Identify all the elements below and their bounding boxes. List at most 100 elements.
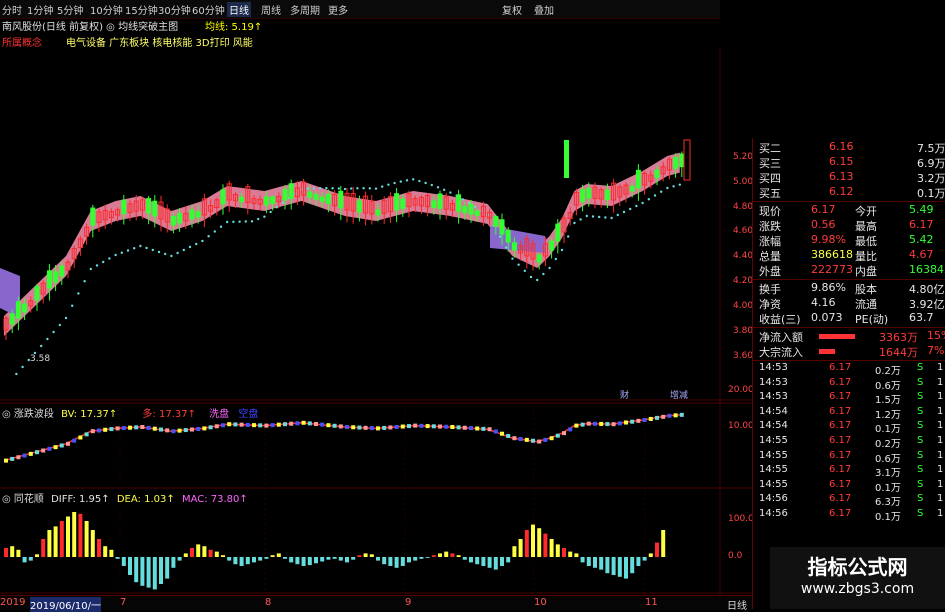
ma-dot	[362, 187, 365, 190]
ma-dot	[511, 257, 514, 260]
wave-marker	[28, 451, 33, 456]
stat-key: 量比	[855, 250, 877, 263]
candle-body	[22, 303, 28, 313]
macd-bar	[568, 551, 573, 557]
period-tab-7[interactable]: 日线	[227, 2, 251, 17]
ma-dot	[393, 181, 396, 185]
wave-marker	[270, 423, 275, 428]
period-tab-2[interactable]: 5分钟	[57, 2, 83, 17]
stat-row: 现价 6.17 今开 5.49	[759, 203, 944, 218]
ma-dot	[52, 330, 55, 334]
ma-dot	[412, 178, 415, 181]
ma-dot	[641, 201, 644, 205]
macd-bar	[642, 557, 647, 561]
stat-value: 9.98%	[811, 233, 846, 246]
wave-marker	[165, 428, 170, 433]
candle-body	[220, 189, 226, 205]
macd-bar	[531, 524, 535, 557]
wave-marker	[190, 427, 194, 432]
ma-dot	[461, 198, 464, 201]
macd-bar	[351, 557, 356, 560]
wave-marker	[419, 423, 424, 428]
ma-dot	[498, 235, 502, 238]
wave-marker	[673, 413, 678, 418]
wave-marker	[431, 424, 436, 429]
stat-key: 总量	[759, 250, 781, 263]
wave-line	[3, 414, 680, 462]
wave-marker	[630, 419, 635, 424]
macd-bar	[264, 557, 269, 559]
trade-tick-row: 14:55 6.17 3.1万 S 1	[759, 464, 944, 479]
wave-marker	[41, 448, 46, 453]
bid-label: 买五	[759, 187, 781, 200]
wave-marker	[90, 429, 95, 434]
trade-tick-row: 14:54 6.17 1.2万 S 1	[759, 405, 944, 421]
wave-marker	[617, 421, 622, 426]
period-tab-10[interactable]: 更多	[328, 2, 348, 17]
tick-count: 1	[937, 405, 944, 417]
period-label[interactable]: 日线	[727, 597, 747, 612]
wave-marker	[382, 425, 387, 430]
macd-bar	[35, 554, 39, 557]
tick-side: S	[917, 478, 924, 490]
period-tab-0[interactable]: 分时	[2, 2, 22, 17]
wave-marker	[376, 426, 380, 431]
period-tab-6[interactable]: 60分钟	[192, 2, 225, 17]
indicator2-tick: 0.0	[728, 551, 743, 561]
macd-bar	[78, 513, 83, 557]
period-tab-8[interactable]: 周线	[261, 2, 281, 17]
wave-marker	[134, 425, 139, 430]
wave-marker	[152, 426, 157, 431]
period-tab-3[interactable]: 10分钟	[90, 2, 123, 17]
indicator1-tick: 10.00	[728, 421, 754, 431]
tick-price: 6.17	[829, 405, 852, 417]
ma-dot	[405, 179, 409, 182]
tick-volume: 0.6万	[875, 453, 901, 465]
finance-marker[interactable]: 财	[620, 388, 629, 401]
wave-marker	[450, 425, 455, 429]
date-label: 2019/06/10/一	[30, 597, 102, 612]
wave-marker	[518, 437, 523, 442]
ma-dot	[585, 214, 588, 218]
wave-marker	[72, 438, 77, 443]
candle-body	[189, 209, 195, 220]
wave-marker	[549, 436, 554, 441]
wave-marker	[456, 425, 461, 430]
macd-bar	[456, 555, 461, 557]
candle-body	[549, 240, 555, 251]
tick-time: 14:53	[759, 391, 788, 403]
macd-bar	[90, 530, 95, 557]
candle-body	[325, 193, 331, 205]
ma-dot	[77, 292, 80, 295]
ma-dot	[325, 186, 328, 190]
period-tab-4[interactable]: 15分钟	[125, 2, 158, 17]
bid-row: 买二 6.16 7.5万	[759, 140, 945, 155]
shareholding-marker[interactable]: 增减	[670, 388, 688, 401]
period-tab-9[interactable]: 多周期	[290, 2, 320, 17]
wave-marker	[338, 424, 343, 429]
wave-marker	[543, 437, 548, 442]
macd-bar	[611, 557, 616, 575]
bid-price: 6.12	[829, 185, 854, 198]
tick-volume: 1.2万	[875, 409, 901, 421]
wave-marker	[655, 415, 659, 420]
kline-chart[interactable]	[0, 48, 752, 595]
macd-bar	[624, 557, 628, 579]
price-tick: 4.60	[733, 226, 754, 236]
bid-label: 买三	[759, 157, 781, 170]
candle-body	[121, 199, 127, 215]
tick-side: S	[917, 376, 924, 388]
overlay-button[interactable]: 叠加	[534, 2, 554, 17]
macd-bar	[28, 557, 33, 561]
period-tab-5[interactable]: 30分钟	[158, 2, 191, 17]
ma-dot	[610, 216, 613, 220]
tick-price: 6.17	[829, 420, 852, 432]
tick-time: 14:53	[759, 362, 788, 373]
adjust-button[interactable]: 复权	[502, 2, 522, 17]
macd-bar	[345, 557, 349, 563]
ma-dot	[548, 266, 551, 270]
candle-body	[319, 196, 325, 202]
wave-marker	[345, 425, 349, 429]
period-tab-1[interactable]: 1分钟	[27, 2, 53, 17]
candle-body	[195, 211, 201, 218]
